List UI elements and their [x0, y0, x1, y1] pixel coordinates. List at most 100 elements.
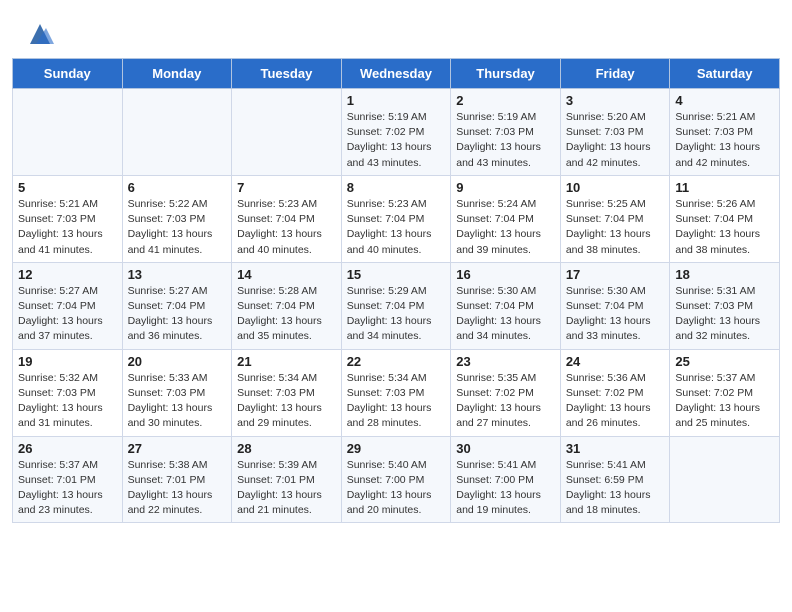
calendar-cell: 11Sunrise: 5:26 AM Sunset: 7:04 PM Dayli…: [670, 175, 780, 262]
day-info: Sunrise: 5:20 AM Sunset: 7:03 PM Dayligh…: [566, 110, 665, 171]
day-info: Sunrise: 5:21 AM Sunset: 7:03 PM Dayligh…: [18, 197, 117, 258]
header-day-friday: Friday: [560, 59, 670, 89]
calendar-week-5: 26Sunrise: 5:37 AM Sunset: 7:01 PM Dayli…: [13, 436, 780, 523]
day-number: 12: [18, 267, 117, 282]
calendar-cell: 24 Sunrise: 5:36 AM Sunset: 7:02 PM Dayli…: [560, 349, 670, 436]
day-info: Sunrise: 5:23 AM Sunset: 7:04 PM Dayligh…: [347, 197, 446, 258]
calendar-week-2: 5 Sunrise: 5:21 AM Sunset: 7:03 PM Daylig…: [13, 175, 780, 262]
day-info: Sunrise: 5:27 AM Sunset: 7:04 PM Dayligh…: [18, 284, 117, 345]
header-day-monday: Monday: [122, 59, 232, 89]
day-info: Sunrise: 5:37 AM Sunset: 7:02 PM Dayligh…: [675, 371, 774, 432]
calendar-cell: [670, 436, 780, 523]
day-number: 23: [456, 354, 555, 369]
calendar-cell: 4 Sunrise: 5:21 AM Sunset: 7:03 PM Daylig…: [670, 89, 780, 176]
day-number: 14: [237, 267, 336, 282]
calendar-cell: 2 Sunrise: 5:19 AM Sunset: 7:03 PM Daylig…: [451, 89, 561, 176]
day-info: Sunrise: 5:19 AM Sunset: 7:03 PM Dayligh…: [456, 110, 555, 171]
page-header: [0, 0, 792, 58]
calendar-cell: 8 Sunrise: 5:23 AM Sunset: 7:04 PM Daylig…: [341, 175, 451, 262]
day-info: Sunrise: 5:32 AM Sunset: 7:03 PM Dayligh…: [18, 371, 117, 432]
calendar-cell: 20Sunrise: 5:33 AM Sunset: 7:03 PM Dayli…: [122, 349, 232, 436]
day-number: 31: [566, 441, 665, 456]
day-number: 21: [237, 354, 336, 369]
calendar-table: SundayMondayTuesdayWednesdayThursdayFrid…: [12, 58, 780, 523]
calendar-cell: 19Sunrise: 5:32 AM Sunset: 7:03 PM Dayli…: [13, 349, 123, 436]
day-number: 5: [18, 180, 117, 195]
day-info: Sunrise: 5:40 AM Sunset: 7:00 PM Dayligh…: [347, 458, 446, 519]
day-info: Sunrise: 5:19 AM Sunset: 7:02 PM Dayligh…: [347, 110, 446, 171]
calendar-wrapper: SundayMondayTuesdayWednesdayThursdayFrid…: [0, 58, 792, 535]
calendar-week-1: 1 Sunrise: 5:19 AM Sunset: 7:02 PM Daylig…: [13, 89, 780, 176]
day-info: Sunrise: 5:30 AM Sunset: 7:04 PM Dayligh…: [566, 284, 665, 345]
logo-icon: [26, 20, 54, 48]
day-info: Sunrise: 5:25 AM Sunset: 7:04 PM Dayligh…: [566, 197, 665, 258]
header-day-tuesday: Tuesday: [232, 59, 342, 89]
calendar-cell: 26Sunrise: 5:37 AM Sunset: 7:01 PM Dayli…: [13, 436, 123, 523]
calendar-week-3: 12 Sunrise: 5:27 AM Sunset: 7:04 PM Dayli…: [13, 262, 780, 349]
header-day-saturday: Saturday: [670, 59, 780, 89]
day-info: Sunrise: 5:34 AM Sunset: 7:03 PM Dayligh…: [347, 371, 446, 432]
day-info: Sunrise: 5:24 AM Sunset: 7:04 PM Dayligh…: [456, 197, 555, 258]
calendar-cell: 28Sunrise: 5:39 AM Sunset: 7:01 PM Dayli…: [232, 436, 342, 523]
calendar-cell: 22 Sunrise: 5:34 AM Sunset: 7:03 PM Dayli…: [341, 349, 451, 436]
day-info: Sunrise: 5:23 AM Sunset: 7:04 PM Dayligh…: [237, 197, 336, 258]
day-number: 9: [456, 180, 555, 195]
day-number: 7: [237, 180, 336, 195]
calendar-cell: 21 Sunrise: 5:34 AM Sunset: 7:03 PM Dayli…: [232, 349, 342, 436]
day-number: 25: [675, 354, 774, 369]
day-number: 8: [347, 180, 446, 195]
calendar-cell: 15 Sunrise: 5:29 AM Sunset: 7:04 PM Dayli…: [341, 262, 451, 349]
header-day-thursday: Thursday: [451, 59, 561, 89]
header-day-sunday: Sunday: [13, 59, 123, 89]
calendar-cell: 3Sunrise: 5:20 AM Sunset: 7:03 PM Daylig…: [560, 89, 670, 176]
header-row: SundayMondayTuesdayWednesdayThursdayFrid…: [13, 59, 780, 89]
calendar-cell: 16 Sunrise: 5:30 AM Sunset: 7:04 PM Dayli…: [451, 262, 561, 349]
calendar-week-4: 19Sunrise: 5:32 AM Sunset: 7:03 PM Dayli…: [13, 349, 780, 436]
day-info: Sunrise: 5:27 AM Sunset: 7:04 PM Dayligh…: [128, 284, 227, 345]
day-number: 28: [237, 441, 336, 456]
header-day-wednesday: Wednesday: [341, 59, 451, 89]
day-number: 2: [456, 93, 555, 108]
day-info: Sunrise: 5:31 AM Sunset: 7:03 PM Dayligh…: [675, 284, 774, 345]
day-info: Sunrise: 5:34 AM Sunset: 7:03 PM Dayligh…: [237, 371, 336, 432]
day-info: Sunrise: 5:38 AM Sunset: 7:01 PM Dayligh…: [128, 458, 227, 519]
day-number: 30: [456, 441, 555, 456]
day-info: Sunrise: 5:41 AM Sunset: 7:00 PM Dayligh…: [456, 458, 555, 519]
day-number: 4: [675, 93, 774, 108]
calendar-cell: 31 Sunrise: 5:41 AM Sunset: 6:59 PM Dayli…: [560, 436, 670, 523]
day-info: Sunrise: 5:41 AM Sunset: 6:59 PM Dayligh…: [566, 458, 665, 519]
day-number: 15: [347, 267, 446, 282]
calendar-header: SundayMondayTuesdayWednesdayThursdayFrid…: [13, 59, 780, 89]
calendar-cell: 25 Sunrise: 5:37 AM Sunset: 7:02 PM Dayli…: [670, 349, 780, 436]
calendar-cell: 5 Sunrise: 5:21 AM Sunset: 7:03 PM Daylig…: [13, 175, 123, 262]
calendar-body: 1 Sunrise: 5:19 AM Sunset: 7:02 PM Daylig…: [13, 89, 780, 523]
day-info: Sunrise: 5:35 AM Sunset: 7:02 PM Dayligh…: [456, 371, 555, 432]
day-info: Sunrise: 5:33 AM Sunset: 7:03 PM Dayligh…: [128, 371, 227, 432]
calendar-cell: 7 Sunrise: 5:23 AM Sunset: 7:04 PM Daylig…: [232, 175, 342, 262]
calendar-cell: [122, 89, 232, 176]
calendar-cell: 10Sunrise: 5:25 AM Sunset: 7:04 PM Dayli…: [560, 175, 670, 262]
day-number: 1: [347, 93, 446, 108]
calendar-cell: [13, 89, 123, 176]
day-info: Sunrise: 5:21 AM Sunset: 7:03 PM Dayligh…: [675, 110, 774, 171]
day-number: 29: [347, 441, 446, 456]
day-info: Sunrise: 5:30 AM Sunset: 7:04 PM Dayligh…: [456, 284, 555, 345]
calendar-cell: 13 Sunrise: 5:27 AM Sunset: 7:04 PM Dayli…: [122, 262, 232, 349]
calendar-cell: 1 Sunrise: 5:19 AM Sunset: 7:02 PM Daylig…: [341, 89, 451, 176]
calendar-cell: 9 Sunrise: 5:24 AM Sunset: 7:04 PM Daylig…: [451, 175, 561, 262]
day-info: Sunrise: 5:29 AM Sunset: 7:04 PM Dayligh…: [347, 284, 446, 345]
calendar-cell: 29 Sunrise: 5:40 AM Sunset: 7:00 PM Dayli…: [341, 436, 451, 523]
day-info: Sunrise: 5:36 AM Sunset: 7:02 PM Dayligh…: [566, 371, 665, 432]
day-info: Sunrise: 5:37 AM Sunset: 7:01 PM Dayligh…: [18, 458, 117, 519]
day-number: 16: [456, 267, 555, 282]
calendar-cell: 27 Sunrise: 5:38 AM Sunset: 7:01 PM Dayli…: [122, 436, 232, 523]
day-number: 24: [566, 354, 665, 369]
day-number: 13: [128, 267, 227, 282]
calendar-cell: 17Sunrise: 5:30 AM Sunset: 7:04 PM Dayli…: [560, 262, 670, 349]
day-info: Sunrise: 5:28 AM Sunset: 7:04 PM Dayligh…: [237, 284, 336, 345]
day-info: Sunrise: 5:26 AM Sunset: 7:04 PM Dayligh…: [675, 197, 774, 258]
day-number: 6: [128, 180, 227, 195]
day-number: 22: [347, 354, 446, 369]
day-number: 27: [128, 441, 227, 456]
day-info: Sunrise: 5:22 AM Sunset: 7:03 PM Dayligh…: [128, 197, 227, 258]
